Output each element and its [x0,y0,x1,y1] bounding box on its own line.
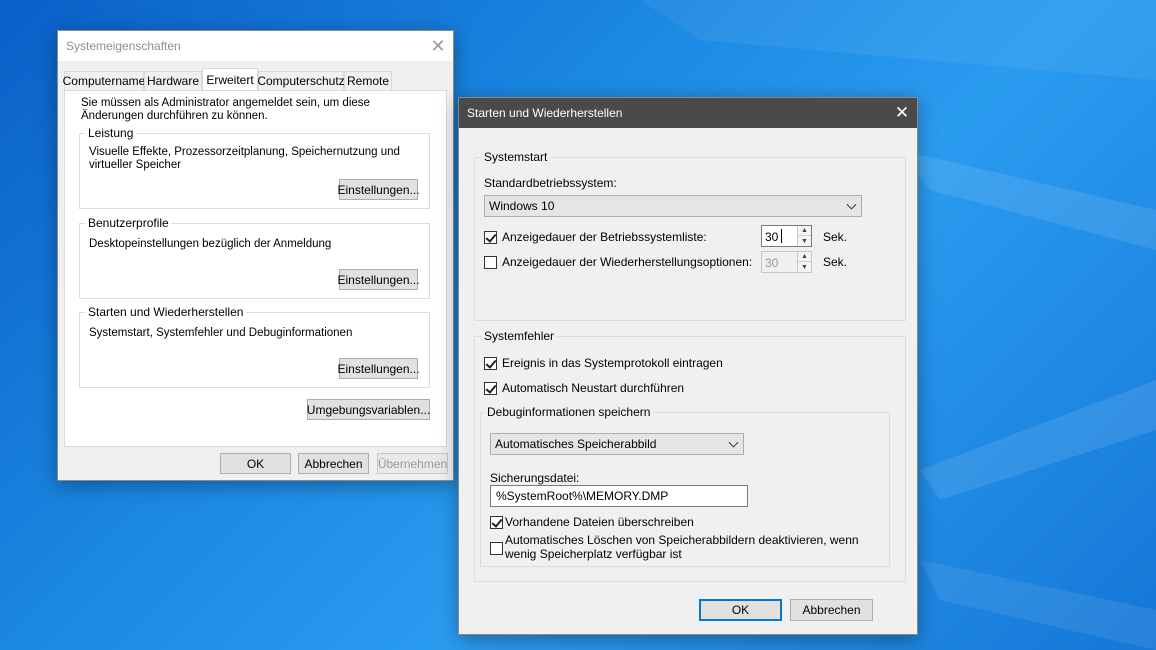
log-event-label: Ereignis in das Systemprotokoll eintrage… [502,356,723,370]
dump-file-input[interactable]: %SystemRoot%\MEMORY.DMP [490,485,748,507]
tab-computername[interactable]: Computername [63,71,145,90]
close-icon[interactable]: ✕ [887,98,917,128]
spin-up-icon: ▲ [798,226,811,236]
show-os-list-unit: Sek. [823,230,848,244]
auto-restart-label: Automatisch Neustart durchführen [502,381,685,395]
show-recovery-spinner[interactable]: 30 ▲ ▼ [761,251,812,273]
group-systemstart-label: Systemstart [481,150,551,164]
show-recovery-checkbox[interactable] [484,256,497,269]
group-debuginfo: Debuginformationen speichern Automatisch… [480,405,890,567]
show-os-list-spinner[interactable]: 30 ▲ ▼ [761,225,812,247]
tab-remote[interactable]: Remote [344,71,392,90]
show-os-list-checkbox[interactable] [484,231,497,244]
leistung-settings-button[interactable]: Einstellungen... [337,179,420,200]
spin-down-icon: ▼ [801,263,808,271]
spin-down-icon: ▼ [801,237,808,245]
tab-strip: Computername Hardware Erweitert Computer… [63,68,448,91]
tab-computerschutz[interactable]: Computerschutz [257,71,345,90]
show-os-list-label: Anzeigedauer der Betriebssystemliste: [502,230,707,244]
spinner-updown[interactable]: ▲ ▼ [797,226,811,246]
overwrite-label: Vorhandene Dateien überschreiben [505,515,694,529]
auto-restart-checkbox[interactable] [484,382,497,395]
group-starten-label: Starten und Wiederherstellen [85,305,247,319]
starten-settings-button[interactable]: Einstellungen... [337,358,420,379]
benutzerprofile-settings-button[interactable]: Einstellungen... [337,269,420,290]
chevron-down-icon [728,437,739,448]
group-leistung-label: Leistung [85,126,137,140]
group-benutzerprofile: Benutzerprofile Desktopeinstellungen bez… [79,216,430,299]
tab-page-erweitert: Sie müssen als Administrator angemeldet … [64,90,447,447]
default-os-dropdown[interactable]: Windows 10 [484,195,862,217]
spin-up-icon: ▲ [798,252,811,262]
startup-recovery-titlebar[interactable]: Starten und Wiederherstellen ✕ [459,98,917,128]
group-leistung: Leistung Visuelle Effekte, Prozessorzeit… [79,126,430,209]
admin-notice: Sie müssen als Administrator angemeldet … [81,97,370,122]
group-benutzerprofile-label: Benutzerprofile [85,216,172,230]
environment-variables-button[interactable]: Umgebungsvariablen... [307,399,430,420]
group-systemfehler: Systemfehler Ereignis in das Systemproto… [474,329,906,582]
overwrite-checkbox[interactable] [490,516,503,529]
group-starten: Starten und Wiederherstellen Systemstart… [79,305,430,388]
sys-cancel-button[interactable]: Abbrechen [298,453,369,474]
text-cursor [781,229,782,243]
sys-ok-button[interactable]: OK [220,453,291,474]
default-os-label: Standardbetriebssystem: [484,176,617,190]
group-benutzerprofile-description: Desktopeinstellungen bezüglich der Anmel… [89,238,332,250]
close-icon[interactable]: ✕ [423,31,453,61]
log-event-checkbox[interactable] [484,357,497,370]
dump-file-label: Sicherungsdatei: [490,471,580,485]
sys-apply-button[interactable]: Übernehmen [377,453,448,474]
disable-autodelete-label: Automatisches Löschen von Speicherabbild… [505,533,859,561]
tab-hardware[interactable]: Hardware [144,71,202,90]
group-debuginfo-label: Debuginformationen speichern [484,405,654,419]
group-starten-description: Systemstart, Systemfehler und Debuginfor… [89,327,353,339]
group-leistung-description: Visuelle Effekte, Prozessorzeitplanung, … [89,146,400,171]
group-systemstart: Systemstart Standardbetriebssystem: Wind… [474,150,906,321]
chevron-down-icon [846,199,857,210]
tab-erweitert[interactable]: Erweitert [202,68,258,90]
disable-autodelete-label-line1: Automatisches Löschen von Speicherabbild… [505,533,859,547]
spinner-updown-disabled: ▲ ▼ [797,252,811,272]
startup-cancel-button[interactable]: Abbrechen [790,599,873,621]
system-properties-title: Systemeigenschaften [66,39,181,53]
startup-recovery-title: Starten und Wiederherstellen [467,106,623,120]
disable-autodelete-checkbox[interactable] [490,542,503,555]
disable-autodelete-label-line2: wenig Speicherplatz verfügbar ist [505,547,682,561]
dump-type-dropdown[interactable]: Automatisches Speicherabbild [490,433,744,455]
group-systemfehler-label: Systemfehler [481,329,558,343]
show-recovery-unit: Sek. [823,255,848,269]
system-properties-titlebar[interactable]: Systemeigenschaften ✕ [58,31,453,61]
system-properties-dialog: Systemeigenschaften ✕ Computername Hardw… [57,30,454,481]
startup-ok-button[interactable]: OK [699,599,782,621]
startup-recovery-dialog: Starten und Wiederherstellen ✕ Systemsta… [458,97,918,635]
show-recovery-label: Anzeigedauer der Wiederherstellungsoptio… [502,255,753,269]
